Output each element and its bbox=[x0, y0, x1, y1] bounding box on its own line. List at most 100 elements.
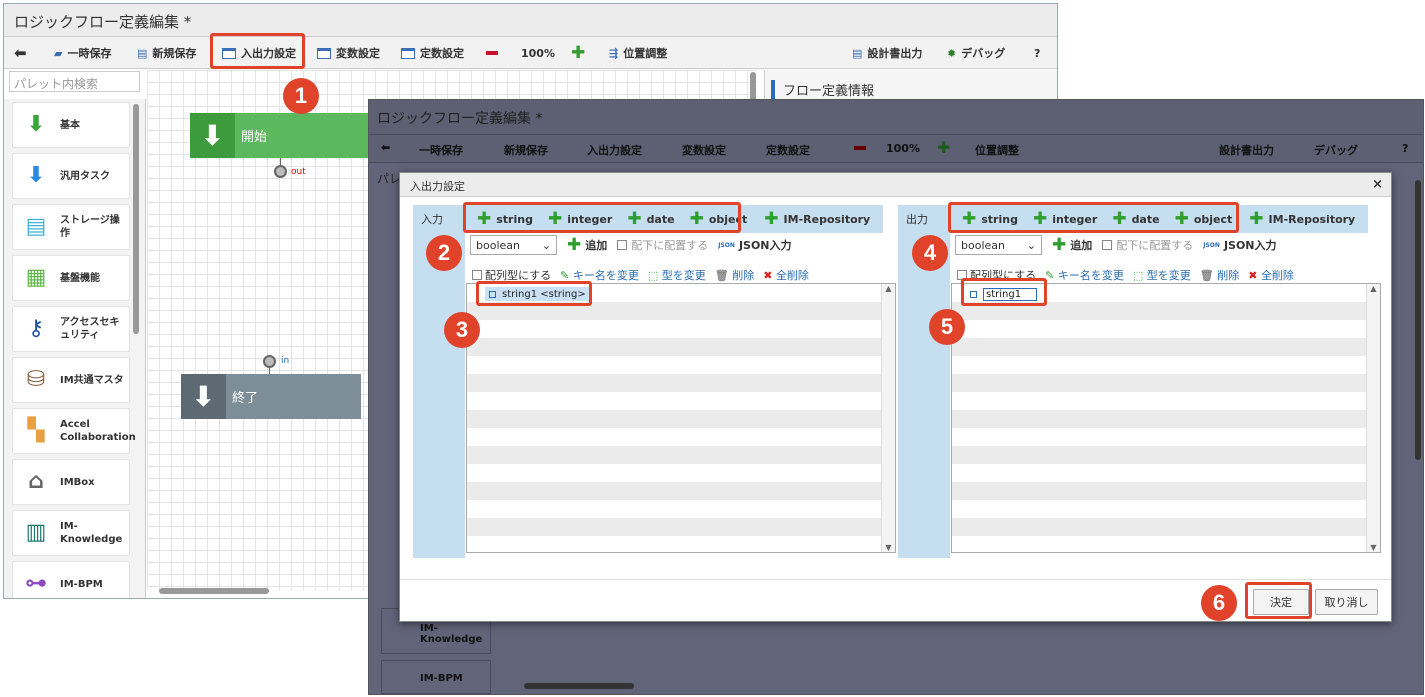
bug-icon: ✹ bbox=[947, 46, 957, 60]
window-title: ロジックフロー定義編集 * bbox=[369, 100, 1423, 135]
output-tree[interactable]: string1 ▲ ▼ bbox=[951, 283, 1381, 553]
window-title: ロジックフロー定義編集 * bbox=[4, 4, 1057, 37]
output-tree-scrollbar[interactable]: ▲ ▼ bbox=[1366, 284, 1380, 552]
input-change-type-button[interactable]: ⬚ 型を変更 bbox=[648, 267, 706, 283]
variables-button[interactable]: 変数設定 bbox=[317, 37, 380, 69]
canvas-vscrollbar[interactable] bbox=[1415, 180, 1421, 460]
back-arrow-icon[interactable]: ⬅ bbox=[381, 141, 390, 154]
close-icon[interactable]: × bbox=[1372, 177, 1383, 192]
input-json-button[interactable]: JSON JSON入力 bbox=[718, 237, 791, 253]
dialog-footer-divider bbox=[400, 579, 1391, 580]
json-icon: JSON bbox=[718, 241, 735, 249]
output-type-select[interactable]: boolean ⌄ bbox=[955, 235, 1042, 255]
palette-item-im-bpm[interactable]: IM-BPM bbox=[381, 660, 491, 694]
zoom-in-button[interactable]: ✚ bbox=[571, 37, 585, 69]
palette-item-general-task[interactable]: ⬇ 汎用タスク bbox=[12, 153, 130, 199]
io-settings-button[interactable]: 入出力設定 bbox=[587, 142, 642, 158]
palette-item-im-knowledge[interactable]: ▥ IM-Knowledge bbox=[12, 510, 130, 556]
zoom-out-button[interactable] bbox=[486, 37, 498, 69]
output-delete-button[interactable]: 🗑 削除 bbox=[1200, 267, 1239, 283]
output-place-under-checkbox[interactable]: 配下に配置する bbox=[1102, 237, 1193, 253]
palette-item-basic[interactable]: ⬇ 基本 bbox=[12, 102, 130, 148]
window-icon bbox=[401, 47, 415, 59]
output-rename-button[interactable]: ✎ キー名を変更 bbox=[1045, 267, 1124, 283]
step-badge-1: 1 bbox=[283, 78, 319, 114]
add-im-repository-button[interactable]: ✚ IM-Repository bbox=[1249, 208, 1355, 229]
back-arrow-icon[interactable]: ⬅ bbox=[14, 37, 27, 69]
canvas-hscrollbar[interactable] bbox=[159, 588, 269, 594]
save-new-button[interactable]: 新規保存 bbox=[504, 142, 548, 158]
save-new-button[interactable]: ▤ 新規保存 bbox=[137, 37, 196, 69]
plus-icon: ✚ bbox=[1052, 234, 1067, 255]
in-port-label: in bbox=[281, 356, 290, 366]
collaboration-icon: ▚ bbox=[27, 417, 45, 443]
palette-scrollbar[interactable] bbox=[133, 104, 139, 334]
palette-item-storage[interactable]: ▤ ストレージ操作 bbox=[12, 204, 130, 250]
add-im-repository-button[interactable]: ✚ IM-Repository bbox=[764, 210, 870, 228]
output-change-type-button[interactable]: ⬚ 型を変更 bbox=[1133, 267, 1191, 283]
out-port-label: out bbox=[291, 167, 306, 177]
scroll-up-icon: ▲ bbox=[885, 284, 892, 293]
spec-output-button[interactable]: ▤ 設計書出力 bbox=[852, 37, 922, 69]
box-icon: ⌂ bbox=[28, 468, 44, 494]
debug-button[interactable]: ✹ デバッグ bbox=[947, 37, 1005, 69]
constants-button[interactable]: 定数設定 bbox=[401, 37, 464, 69]
input-add-button[interactable]: ✚ 追加 bbox=[567, 234, 607, 255]
window-icon bbox=[317, 47, 331, 59]
position-adjust-button[interactable]: ⇶ 位置調整 bbox=[609, 37, 667, 69]
palette-item-imbox[interactable]: ⌂ IMBox bbox=[12, 459, 130, 505]
end-node[interactable]: ⬇ 終了 bbox=[181, 374, 361, 419]
highlight-output-types bbox=[948, 202, 1239, 233]
input-tree-scrollbar[interactable]: ▲ ▼ bbox=[881, 284, 895, 552]
in-port[interactable] bbox=[263, 355, 276, 368]
x-icon: ✖ bbox=[763, 269, 773, 282]
chevron-down-icon: ⌄ bbox=[541, 238, 551, 252]
palette-search-input[interactable]: パレット内検索 bbox=[9, 71, 140, 92]
spec-output-button[interactable]: 設計書出力 bbox=[1219, 142, 1274, 158]
plus-icon: ✚ bbox=[567, 234, 582, 255]
help-button[interactable]: ? bbox=[1034, 37, 1040, 69]
input-place-under-checkbox[interactable]: 配下に配置する bbox=[617, 237, 708, 253]
checkbox-icon bbox=[617, 240, 628, 250]
output-json-button[interactable]: JSON JSON入力 bbox=[1203, 237, 1276, 253]
palette-item-platform[interactable]: ▦ 基盤機能 bbox=[12, 255, 130, 301]
palette-item-im-master[interactable]: ⛁ IM共通マスタ bbox=[12, 357, 130, 403]
out-port[interactable] bbox=[274, 165, 287, 178]
palette-panel: ⬇ 基本 ⬇ 汎用タスク ▤ ストレージ操作 ▦ 基盤機能 ⚷ アクセスセキュリティ ⛁ I… bbox=[4, 99, 146, 598]
highlight-input-item bbox=[476, 281, 592, 306]
input-tree[interactable]: string1 <string> ▲ ▼ bbox=[466, 283, 896, 553]
step-badge-2: 2 bbox=[426, 235, 462, 271]
canvas-hscrollbar[interactable] bbox=[524, 683, 634, 689]
start-node[interactable]: ⬇ 開始 bbox=[190, 113, 380, 158]
save-temp-button[interactable]: ▰ 一時保存 bbox=[54, 37, 111, 69]
debug-button[interactable]: デバッグ bbox=[1314, 142, 1358, 158]
minus-icon[interactable] bbox=[854, 146, 866, 150]
trash-icon: 🗑 bbox=[714, 269, 729, 282]
help-button[interactable]: ? bbox=[1402, 142, 1408, 155]
cancel-button[interactable]: 取り消し bbox=[1315, 589, 1378, 615]
plus-icon: ✚ bbox=[1249, 208, 1264, 229]
variables-button[interactable]: 変数設定 bbox=[682, 142, 726, 158]
palette-item-access-security[interactable]: ⚷ アクセスセキュリティ bbox=[12, 306, 130, 352]
step-badge-5: 5 bbox=[929, 309, 965, 345]
save-icon: ▰ bbox=[54, 46, 63, 60]
save-temp-button[interactable]: 一時保存 bbox=[419, 142, 463, 158]
io-settings-dialog: 入出力設定 × 入力 ✚ string ✚ integer ✚ date ✚ object… bbox=[399, 172, 1392, 622]
arrow-down-stop-icon: ⬇ bbox=[181, 374, 226, 419]
plus-icon[interactable]: ✚ bbox=[937, 138, 950, 157]
constants-button[interactable]: 定数設定 bbox=[766, 142, 810, 158]
minus-icon bbox=[486, 51, 498, 55]
output-delete-all-button[interactable]: ✖ 全削除 bbox=[1248, 267, 1294, 283]
input-delete-all-button[interactable]: ✖ 全削除 bbox=[763, 267, 809, 283]
palette-item-im-bpm[interactable]: ⊶ IM-BPM bbox=[12, 561, 130, 598]
zoom-level: 100% bbox=[521, 46, 555, 60]
input-delete-button[interactable]: 🗑 削除 bbox=[715, 267, 754, 283]
output-add-button[interactable]: ✚ 追加 bbox=[1052, 234, 1092, 255]
position-adjust-button[interactable]: 位置調整 bbox=[975, 142, 1019, 158]
input-type-select[interactable]: boolean ⌄ bbox=[470, 235, 557, 255]
arrow-down-blue-icon: ⬇ bbox=[26, 162, 46, 188]
chevron-down-icon: ⌄ bbox=[1026, 238, 1036, 252]
highlight-io-button bbox=[210, 33, 305, 69]
highlight-input-types bbox=[463, 202, 741, 233]
palette-item-accel-collaboration[interactable]: ▚ Accel Collaboration bbox=[12, 408, 136, 454]
